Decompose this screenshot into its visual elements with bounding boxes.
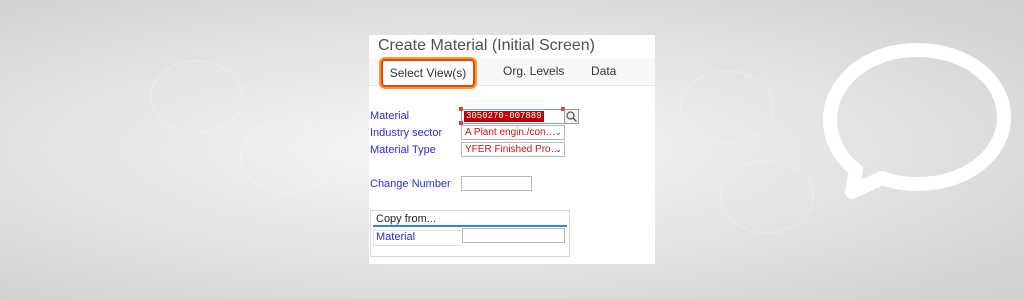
material-type-select[interactable]: YFER Finished Pro… ⌄ (461, 142, 565, 157)
section-divider (373, 225, 567, 227)
page-title: Create Material (Initial Screen) (378, 37, 595, 54)
change-number-input[interactable] (461, 176, 532, 191)
background-bubble (240, 120, 334, 194)
selection-handle (459, 107, 463, 111)
tab-select-views[interactable]: Select View(s) (381, 59, 475, 87)
material-input[interactable]: 3050270-007889 (461, 109, 565, 124)
chevron-down-icon: ⌄ (554, 127, 562, 137)
tab-data[interactable]: Data (591, 59, 616, 83)
copy-from-title: Copy from... (376, 213, 436, 225)
copy-from-section: Copy from... Material (370, 210, 570, 257)
industry-sector-label: Industry sector (370, 127, 443, 139)
material-search-button[interactable] (564, 109, 579, 124)
sap-initial-screen-panel: Create Material (Initial Screen) Select … (369, 35, 655, 264)
copy-material-label: Material (376, 231, 416, 243)
chevron-down-icon: ⌄ (554, 144, 562, 154)
background-bubble (150, 60, 244, 134)
industry-sector-select[interactable]: A Plant engin./con… ⌄ (461, 125, 565, 140)
tab-org-levels[interactable]: Org. Levels (503, 59, 564, 83)
change-number-label: Change Number (370, 178, 451, 190)
copy-material-input[interactable] (462, 228, 565, 243)
material-label: Material (370, 110, 410, 122)
material-type-label: Material Type (370, 144, 436, 156)
background-bubble (720, 160, 814, 234)
background-bubble (680, 70, 774, 144)
material-type-value: YFER Finished Pro… (465, 144, 561, 155)
material-value: 3050270-007889 (464, 111, 544, 122)
chat-bubble-icon (823, 43, 1011, 199)
search-icon (566, 111, 577, 122)
tab-bar: Select View(s) Org. Levels Data (369, 59, 655, 87)
industry-sector-value: A Plant engin./con… (465, 127, 556, 138)
